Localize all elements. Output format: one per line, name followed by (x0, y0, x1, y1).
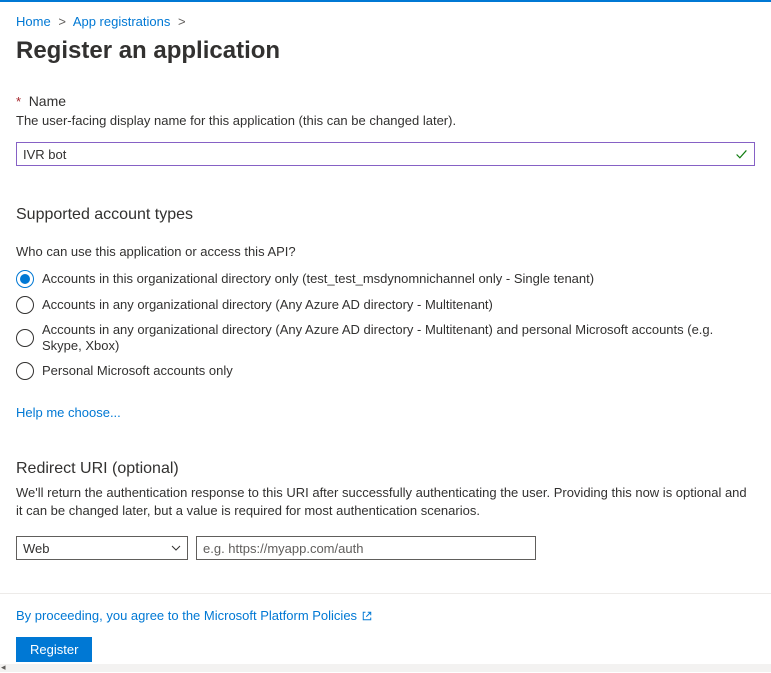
redirect-platform-select[interactable]: Web (16, 536, 188, 560)
redirect-uri-title: Redirect URI (optional) (16, 460, 755, 478)
radio-icon (16, 362, 34, 380)
help-me-choose-link[interactable]: Help me choose... (16, 405, 121, 420)
name-input-container (16, 142, 755, 166)
account-types-section: Supported account types Who can use this… (16, 206, 755, 420)
account-type-option-single-tenant[interactable]: Accounts in this organizational director… (16, 269, 755, 289)
account-type-option-multitenant-personal[interactable]: Accounts in any organizational directory… (16, 321, 755, 355)
radio-label: Personal Microsoft accounts only (42, 363, 233, 379)
radio-label: Accounts in any organizational directory… (42, 297, 493, 313)
name-input[interactable] (17, 145, 735, 164)
radio-label: Accounts in this organizational director… (42, 271, 594, 287)
account-types-question: Who can use this application or access t… (16, 244, 755, 259)
external-link-icon (361, 610, 373, 622)
required-asterisk: * (16, 94, 21, 109)
name-section: * Name The user-facing display name for … (16, 93, 755, 166)
account-type-option-multitenant[interactable]: Accounts in any organizational directory… (16, 295, 755, 315)
radio-icon-selected (16, 270, 34, 288)
policies-link-text: By proceeding, you agree to the Microsof… (16, 608, 357, 623)
redirect-uri-input[interactable] (196, 536, 536, 560)
page-title: Register an application (16, 37, 755, 65)
chevron-right-icon: > (178, 14, 186, 29)
radio-icon (16, 296, 34, 314)
select-value: Web (23, 541, 171, 556)
horizontal-scrollbar[interactable] (0, 664, 771, 672)
account-type-option-personal[interactable]: Personal Microsoft accounts only (16, 361, 755, 381)
redirect-uri-section: Redirect URI (optional) We'll return the… (16, 460, 755, 560)
radio-label: Accounts in any organizational directory… (42, 322, 755, 354)
redirect-uri-description: We'll return the authentication response… (16, 484, 755, 520)
footer: By proceeding, you agree to the Microsof… (0, 593, 771, 662)
breadcrumb-app-registrations[interactable]: App registrations (73, 14, 171, 29)
breadcrumb: Home > App registrations > (16, 12, 755, 35)
chevron-right-icon: > (58, 14, 66, 29)
register-button[interactable]: Register (16, 637, 92, 662)
name-label: Name (29, 93, 66, 109)
breadcrumb-home[interactable]: Home (16, 14, 51, 29)
chevron-down-icon (171, 541, 181, 556)
check-icon (735, 148, 754, 161)
platform-policies-link[interactable]: By proceeding, you agree to the Microsof… (16, 608, 373, 623)
name-hint: The user-facing display name for this ap… (16, 113, 755, 128)
radio-icon (16, 329, 34, 347)
account-types-title: Supported account types (16, 206, 755, 224)
